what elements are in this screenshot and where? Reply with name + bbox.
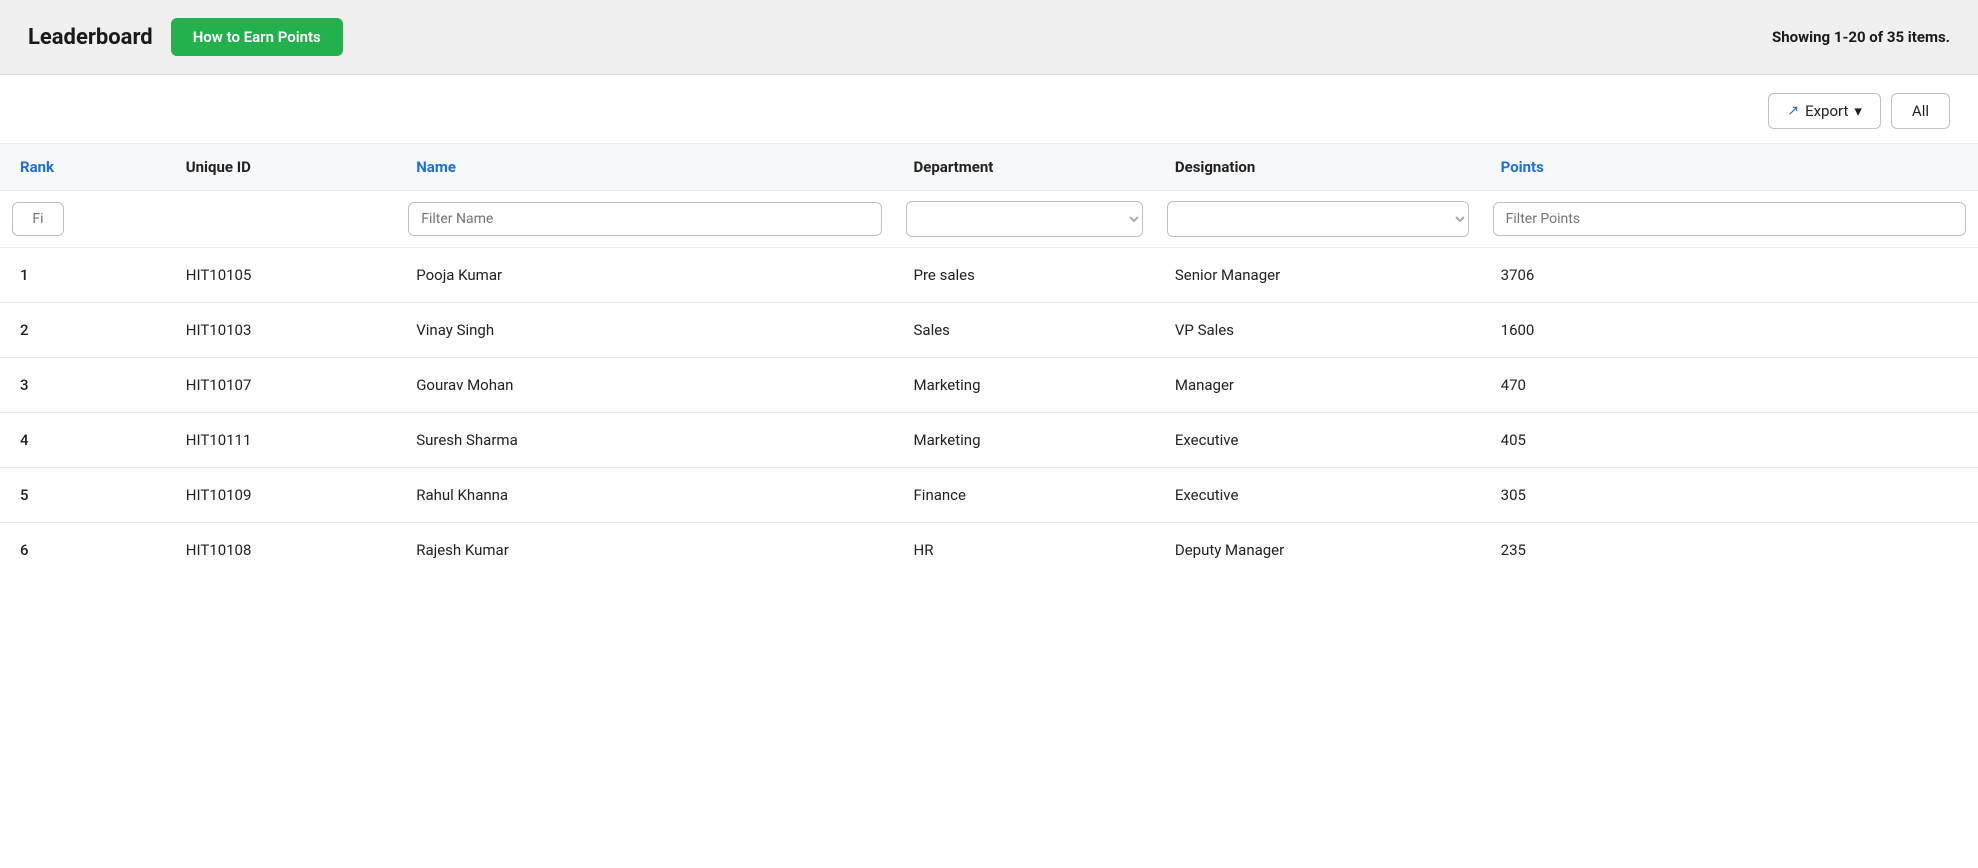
cell-designation: VP Sales [1155,303,1481,358]
cell-unique_id: HIT10107 [166,358,396,413]
cell-name: Rajesh Kumar [396,523,893,578]
col-unique-id: Unique ID [166,144,396,191]
cell-rank: 2 [0,303,166,358]
cell-department: Pre sales [894,248,1155,303]
export-dropdown-icon: ▾ [1854,102,1862,120]
cell-department: Sales [894,303,1155,358]
cell-name: Vinay Singh [396,303,893,358]
export-label: Export [1805,102,1848,120]
earn-points-button[interactable]: How to Earn Points [171,18,343,56]
cell-points: 235 [1481,523,1978,578]
filter-department-cell [894,191,1155,248]
cell-unique_id: HIT10103 [166,303,396,358]
cell-name: Pooja Kumar [396,248,893,303]
cell-unique_id: HIT10111 [166,413,396,468]
cell-rank: 4 [0,413,166,468]
cell-designation: Senior Manager [1155,248,1481,303]
cell-rank: 1 [0,248,166,303]
cell-points: 470 [1481,358,1978,413]
cell-name: Gourav Mohan [396,358,893,413]
cell-department: Marketing [894,413,1155,468]
cell-points: 405 [1481,413,1978,468]
col-designation: Designation [1155,144,1481,191]
cell-unique_id: HIT10109 [166,468,396,523]
col-points: Points [1481,144,1978,191]
export-button[interactable]: ↗ Export ▾ [1768,93,1881,129]
filter-row [0,191,1978,248]
cell-rank: 5 [0,468,166,523]
cell-points: 1600 [1481,303,1978,358]
filter-designation-cell [1155,191,1481,248]
main-content: ↗ Export ▾ All Rank Unique ID Name Depar… [0,75,1978,868]
cell-designation: Executive [1155,468,1481,523]
cell-department: HR [894,523,1155,578]
filter-points-input[interactable] [1493,202,1966,236]
table-header-row: Rank Unique ID Name Department Designati… [0,144,1978,191]
col-department: Department [894,144,1155,191]
col-rank: Rank [0,144,166,191]
cell-name: Suresh Sharma [396,413,893,468]
table-row: 1HIT10105Pooja KumarPre salesSenior Mana… [0,248,1978,303]
cell-points: 305 [1481,468,1978,523]
showing-label: Showing 1-20 of 35 items. [1772,28,1950,46]
all-button[interactable]: All [1891,93,1950,129]
filter-name-cell [396,191,893,248]
filter-name-input[interactable] [408,202,881,236]
cell-rank: 6 [0,523,166,578]
cell-designation: Executive [1155,413,1481,468]
header-left: Leaderboard How to Earn Points [28,18,343,56]
table-row: 4HIT10111Suresh SharmaMarketingExecutive… [0,413,1978,468]
cell-designation: Manager [1155,358,1481,413]
table-row: 3HIT10107Gourav MohanMarketingManager470 [0,358,1978,413]
filter-rank-input[interactable] [12,202,64,236]
table-row: 6HIT10108Rajesh KumarHRDeputy Manager235 [0,523,1978,578]
filter-department-select[interactable] [906,201,1143,237]
cell-department: Marketing [894,358,1155,413]
export-icon: ↗ [1787,103,1799,119]
filter-designation-select[interactable] [1167,201,1469,237]
filter-uid-cell [166,191,396,248]
leaderboard-table: Rank Unique ID Name Department Designati… [0,144,1978,577]
cell-designation: Deputy Manager [1155,523,1481,578]
col-name: Name [396,144,893,191]
cell-department: Finance [894,468,1155,523]
page-title: Leaderboard [28,25,153,50]
table-row: 2HIT10103Vinay SinghSalesVP Sales1600 [0,303,1978,358]
toolbar: ↗ Export ▾ All [0,75,1978,144]
cell-unique_id: HIT10105 [166,248,396,303]
cell-name: Rahul Khanna [396,468,893,523]
table-row: 5HIT10109Rahul KhannaFinanceExecutive305 [0,468,1978,523]
cell-rank: 3 [0,358,166,413]
filter-rank-cell [0,191,166,248]
header-bar: Leaderboard How to Earn Points Showing 1… [0,0,1978,75]
cell-points: 3706 [1481,248,1978,303]
filter-points-cell [1481,191,1978,248]
cell-unique_id: HIT10108 [166,523,396,578]
